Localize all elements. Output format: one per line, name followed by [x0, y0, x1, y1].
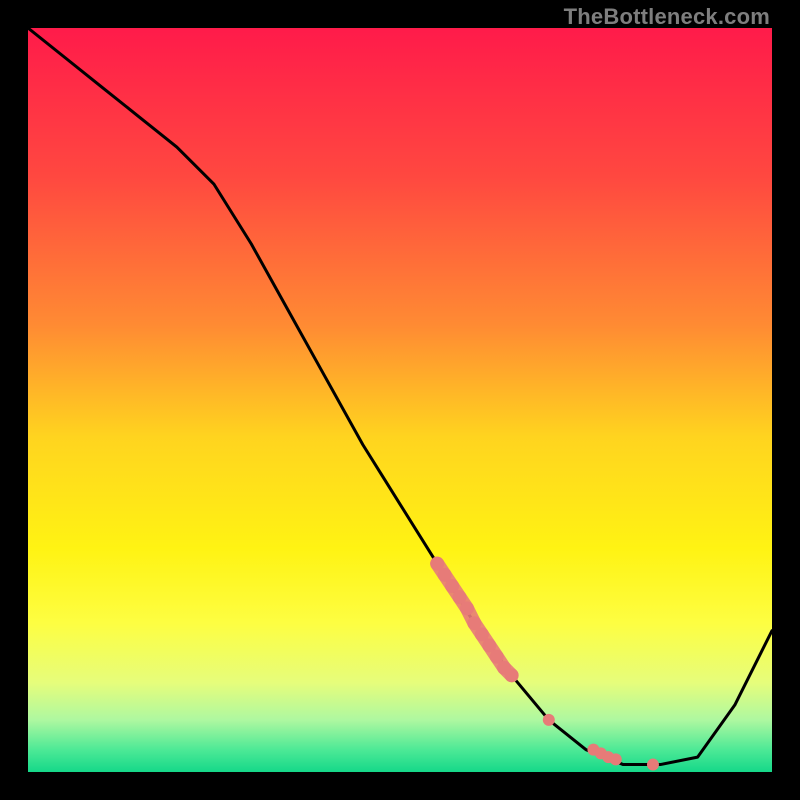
- marker-dot: [610, 753, 622, 765]
- chart-svg: [28, 28, 772, 772]
- marker-dot: [543, 714, 555, 726]
- marker-dot: [647, 759, 659, 771]
- plot-area: [28, 28, 772, 772]
- gradient-background: [28, 28, 772, 772]
- marker-dot: [460, 601, 474, 615]
- marker-dot: [505, 668, 519, 682]
- watermark-text: TheBottleneck.com: [564, 4, 770, 30]
